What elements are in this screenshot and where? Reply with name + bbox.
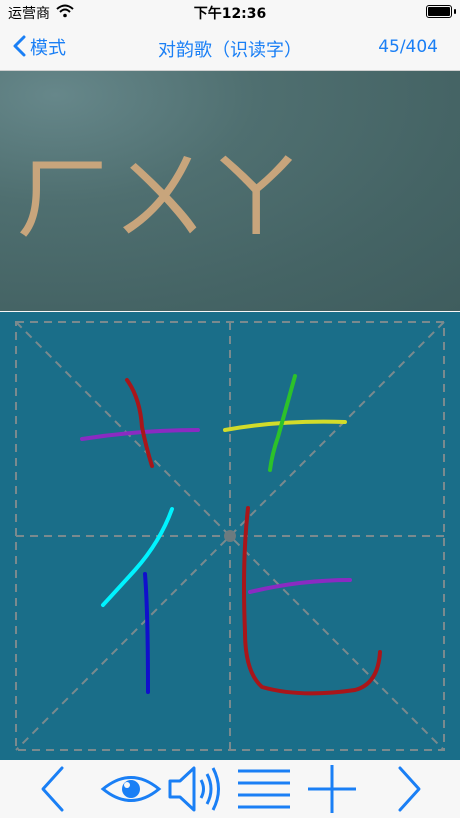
stroke-3 <box>223 419 347 432</box>
eye-icon <box>100 776 162 802</box>
previous-button[interactable] <box>28 760 76 818</box>
status-time: 下午12:36 <box>193 6 267 22</box>
show-button[interactable] <box>98 760 164 818</box>
stroke-6 <box>143 572 150 694</box>
speaker-button[interactable] <box>164 760 228 818</box>
chalkboard: ㄏㄨㄚ <box>0 71 460 311</box>
battery-icon <box>426 5 452 18</box>
grid-center-dot <box>224 530 236 542</box>
menu-lines-icon <box>238 769 290 809</box>
tian-grid-svg <box>15 321 445 751</box>
speaker-icon <box>168 766 220 812</box>
chevron-right-icon <box>398 766 421 812</box>
chevron-left-icon <box>41 766 64 812</box>
writing-canvas[interactable] <box>0 312 460 760</box>
add-button[interactable] <box>304 760 360 818</box>
battery-tip <box>454 9 456 14</box>
pinyin-text: ㄏㄨㄚ <box>16 142 304 254</box>
next-button[interactable] <box>386 760 434 818</box>
status-bar: 运营商 下午12:36 <box>0 0 460 24</box>
nav-bar: 模式 对韵歌（识读字） 45/404 <box>0 24 460 71</box>
page-counter: 45/404 <box>378 37 438 57</box>
stroke-5 <box>101 507 174 607</box>
chalkboard-text-svg: ㄏㄨㄚ <box>16 142 304 254</box>
bottom-toolbar <box>0 760 460 818</box>
plus-icon <box>308 765 356 813</box>
stroke-2 <box>125 378 154 468</box>
stroke-7 <box>248 578 352 594</box>
menu-button[interactable] <box>236 760 292 818</box>
stroke-1 <box>80 428 200 441</box>
